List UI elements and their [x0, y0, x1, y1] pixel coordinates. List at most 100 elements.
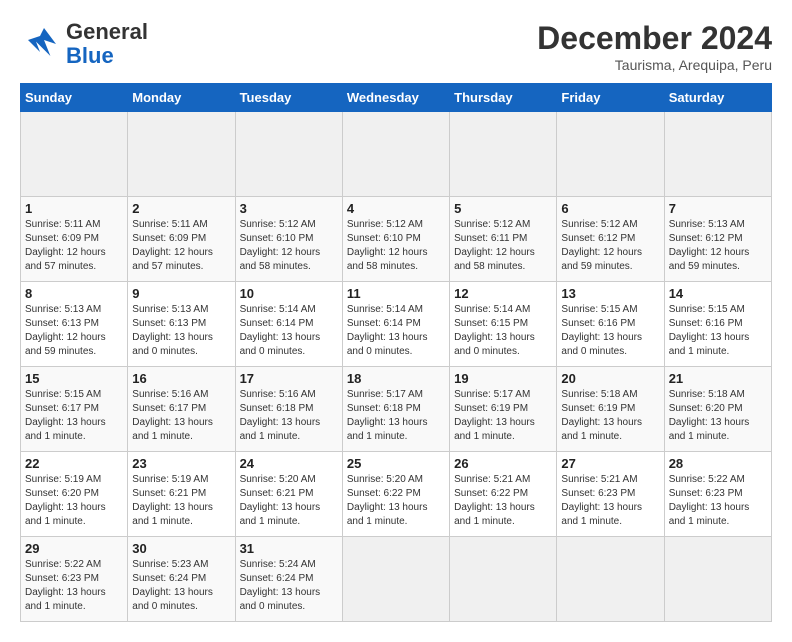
day-number: 13 [561, 286, 659, 301]
calendar-cell: 22Sunrise: 5:19 AM Sunset: 6:20 PM Dayli… [21, 452, 128, 537]
col-header-wednesday: Wednesday [342, 84, 449, 112]
day-detail: Sunrise: 5:22 AM Sunset: 6:23 PM Dayligh… [669, 473, 767, 529]
calendar-cell: 10Sunrise: 5:14 AM Sunset: 6:14 PM Dayli… [235, 282, 342, 367]
calendar-cell: 21Sunrise: 5:18 AM Sunset: 6:20 PM Dayli… [664, 367, 771, 452]
calendar-cell [21, 112, 128, 197]
day-number: 11 [347, 286, 445, 301]
calendar-cell: 2 Sunrise: 5:11 AM Sunset: 6:09 PM Daylig… [128, 197, 235, 282]
month-title: December 2024 [537, 20, 772, 57]
day-detail: Sunrise: 5:16 AM Sunset: 6:17 PM Dayligh… [132, 388, 230, 444]
calendar-cell: 17Sunrise: 5:16 AM Sunset: 6:18 PM Dayli… [235, 367, 342, 452]
day-detail: Sunrise: 5:21 AM Sunset: 6:22 PM Dayligh… [454, 473, 552, 529]
day-number: 15 [25, 371, 123, 386]
day-detail: Sunrise: 5:12 AM Sunset: 6:11 PM Dayligh… [454, 218, 552, 274]
day-detail: Sunrise: 5:14 AM Sunset: 6:15 PM Dayligh… [454, 303, 552, 359]
calendar-cell: 4 Sunrise: 5:12 AM Sunset: 6:10 PM Daylig… [342, 197, 449, 282]
calendar-cell: 27Sunrise: 5:21 AM Sunset: 6:23 PM Dayli… [557, 452, 664, 537]
calendar-cell: 3Sunrise: 5:12 AM Sunset: 6:10 PM Daylig… [235, 197, 342, 282]
col-header-sunday: Sunday [21, 84, 128, 112]
day-number: 24 [240, 456, 338, 471]
week-row-4: 22Sunrise: 5:19 AM Sunset: 6:20 PM Dayli… [21, 452, 772, 537]
calendar-cell [450, 537, 557, 622]
day-number: 12 [454, 286, 552, 301]
day-number: 26 [454, 456, 552, 471]
calendar-cell: 13 Sunrise: 5:15 AM Sunset: 6:16 PM Dayli… [557, 282, 664, 367]
calendar-cell: 30 Sunrise: 5:23 AM Sunset: 6:24 PM Dayli… [128, 537, 235, 622]
calendar-cell: 9Sunrise: 5:13 AM Sunset: 6:13 PM Daylig… [128, 282, 235, 367]
logo-icon [20, 24, 60, 64]
day-number: 6 [561, 201, 659, 216]
calendar-cell [664, 112, 771, 197]
day-number: 14 [669, 286, 767, 301]
day-detail: Sunrise: 5:15 AM Sunset: 6:16 PM Dayligh… [561, 303, 659, 359]
day-number: 7 [669, 201, 767, 216]
calendar-cell: 24Sunrise: 5:20 AM Sunset: 6:21 PM Dayli… [235, 452, 342, 537]
calendar-header-row: SundayMondayTuesdayWednesdayThursdayFrid… [21, 84, 772, 112]
day-number: 16 [132, 371, 230, 386]
col-header-monday: Monday [128, 84, 235, 112]
calendar-cell: 5 Sunrise: 5:12 AM Sunset: 6:11 PM Daylig… [450, 197, 557, 282]
day-detail: Sunrise: 5:23 AM Sunset: 6:24 PM Dayligh… [132, 558, 230, 614]
day-number: 27 [561, 456, 659, 471]
calendar-cell: 28 Sunrise: 5:22 AM Sunset: 6:23 PM Dayli… [664, 452, 771, 537]
day-number: 5 [454, 201, 552, 216]
day-number: 20 [561, 371, 659, 386]
day-number: 4 [347, 201, 445, 216]
day-detail: Sunrise: 5:15 AM Sunset: 6:17 PM Dayligh… [25, 388, 123, 444]
day-number: 28 [669, 456, 767, 471]
day-number: 30 [132, 541, 230, 556]
calendar-cell: 8Sunrise: 5:13 AM Sunset: 6:13 PM Daylig… [21, 282, 128, 367]
calendar-cell [342, 537, 449, 622]
calendar-cell: 31Sunrise: 5:24 AM Sunset: 6:24 PM Dayli… [235, 537, 342, 622]
day-detail: Sunrise: 5:17 AM Sunset: 6:19 PM Dayligh… [454, 388, 552, 444]
calendar-cell: 16 Sunrise: 5:16 AM Sunset: 6:17 PM Dayli… [128, 367, 235, 452]
logo-general: General [66, 19, 148, 44]
col-header-friday: Friday [557, 84, 664, 112]
day-number: 22 [25, 456, 123, 471]
logo: General Blue [20, 20, 148, 68]
day-number: 2 [132, 201, 230, 216]
col-header-tuesday: Tuesday [235, 84, 342, 112]
calendar-cell [342, 112, 449, 197]
day-number: 8 [25, 286, 123, 301]
day-number: 1 [25, 201, 123, 216]
day-detail: Sunrise: 5:14 AM Sunset: 6:14 PM Dayligh… [347, 303, 445, 359]
calendar-cell: 12 Sunrise: 5:14 AM Sunset: 6:15 PM Dayli… [450, 282, 557, 367]
calendar-cell: 1Sunrise: 5:11 AM Sunset: 6:09 PM Daylig… [21, 197, 128, 282]
page-header: General Blue December 2024 Taurisma, Are… [20, 20, 772, 73]
day-number: 25 [347, 456, 445, 471]
day-detail: Sunrise: 5:16 AM Sunset: 6:18 PM Dayligh… [240, 388, 338, 444]
day-number: 29 [25, 541, 123, 556]
calendar-cell: 23 Sunrise: 5:19 AM Sunset: 6:21 PM Dayli… [128, 452, 235, 537]
calendar-cell: 25 Sunrise: 5:20 AM Sunset: 6:22 PM Dayli… [342, 452, 449, 537]
day-number: 10 [240, 286, 338, 301]
calendar-cell: 6 Sunrise: 5:12 AM Sunset: 6:12 PM Daylig… [557, 197, 664, 282]
day-detail: Sunrise: 5:11 AM Sunset: 6:09 PM Dayligh… [132, 218, 230, 274]
day-number: 31 [240, 541, 338, 556]
day-number: 23 [132, 456, 230, 471]
col-header-saturday: Saturday [664, 84, 771, 112]
day-detail: Sunrise: 5:12 AM Sunset: 6:10 PM Dayligh… [240, 218, 338, 274]
calendar-cell: 11 Sunrise: 5:14 AM Sunset: 6:14 PM Dayli… [342, 282, 449, 367]
calendar-cell: 29 Sunrise: 5:22 AM Sunset: 6:23 PM Dayli… [21, 537, 128, 622]
week-row-0 [21, 112, 772, 197]
calendar-cell: 18Sunrise: 5:17 AM Sunset: 6:18 PM Dayli… [342, 367, 449, 452]
calendar-table: SundayMondayTuesdayWednesdayThursdayFrid… [20, 83, 772, 622]
logo-blue: Blue [66, 43, 114, 68]
day-detail: Sunrise: 5:12 AM Sunset: 6:10 PM Dayligh… [347, 218, 445, 274]
week-row-5: 29 Sunrise: 5:22 AM Sunset: 6:23 PM Dayli… [21, 537, 772, 622]
calendar-cell [557, 112, 664, 197]
calendar-cell: 19Sunrise: 5:17 AM Sunset: 6:19 PM Dayli… [450, 367, 557, 452]
day-detail: Sunrise: 5:15 AM Sunset: 6:16 PM Dayligh… [669, 303, 767, 359]
week-row-2: 8Sunrise: 5:13 AM Sunset: 6:13 PM Daylig… [21, 282, 772, 367]
day-detail: Sunrise: 5:12 AM Sunset: 6:12 PM Dayligh… [561, 218, 659, 274]
calendar-cell: 15 Sunrise: 5:15 AM Sunset: 6:17 PM Dayli… [21, 367, 128, 452]
day-detail: Sunrise: 5:19 AM Sunset: 6:21 PM Dayligh… [132, 473, 230, 529]
day-number: 18 [347, 371, 445, 386]
location-subtitle: Taurisma, Arequipa, Peru [537, 57, 772, 73]
calendar-cell: 7Sunrise: 5:13 AM Sunset: 6:12 PM Daylig… [664, 197, 771, 282]
day-detail: Sunrise: 5:20 AM Sunset: 6:22 PM Dayligh… [347, 473, 445, 529]
calendar-cell [450, 112, 557, 197]
calendar-cell: 14 Sunrise: 5:15 AM Sunset: 6:16 PM Dayli… [664, 282, 771, 367]
day-detail: Sunrise: 5:22 AM Sunset: 6:23 PM Dayligh… [25, 558, 123, 614]
